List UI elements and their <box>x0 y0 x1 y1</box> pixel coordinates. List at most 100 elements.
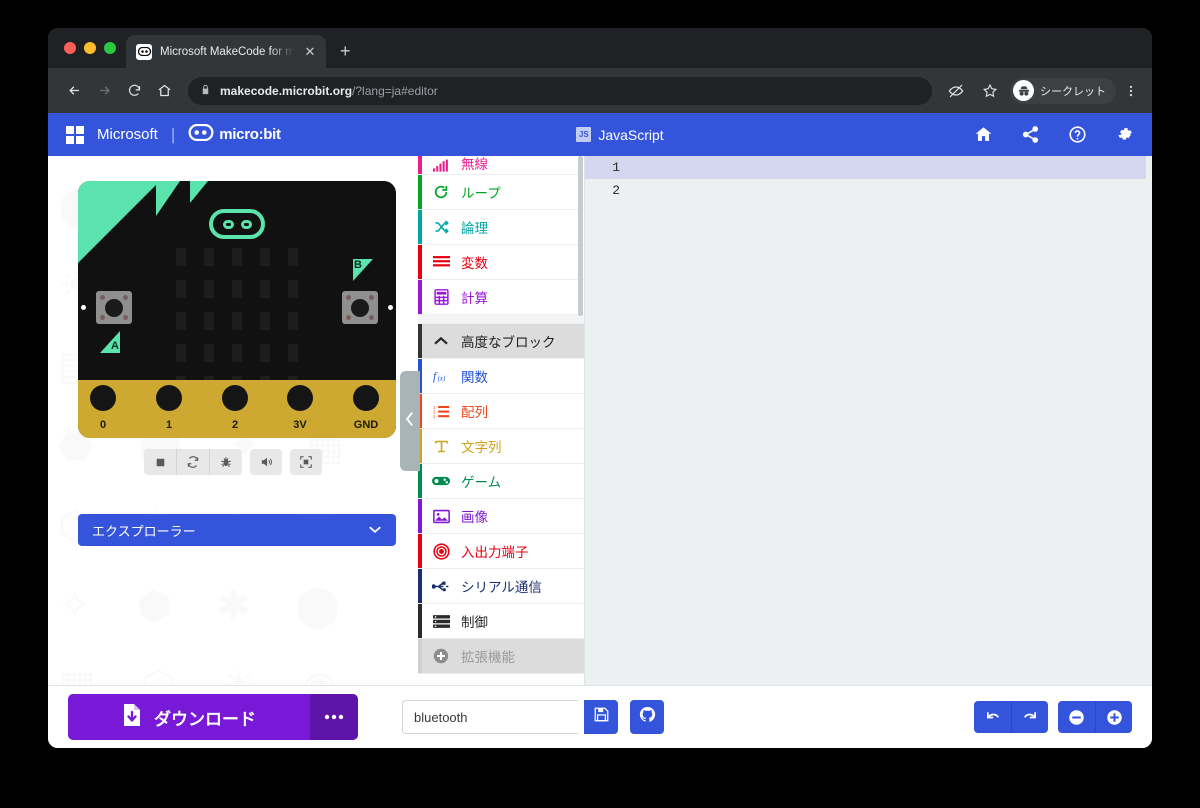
microbit-label: micro:bit <box>219 126 281 143</box>
board-button-b[interactable] <box>342 291 378 324</box>
minimize-window-button[interactable] <box>84 42 96 54</box>
maximize-window-button[interactable] <box>104 42 116 54</box>
toolbox-item-math[interactable]: 計算 <box>418 280 584 315</box>
microbit-brand[interactable]: micro:bit <box>188 123 281 146</box>
toolbox-item-text[interactable]: 文字列 <box>418 429 584 464</box>
toolbox-item-loops[interactable]: ループ <box>418 175 584 210</box>
led[interactable] <box>288 248 298 266</box>
toolbox-item-pins[interactable]: 入出力端子 <box>418 534 584 569</box>
browser-tab[interactable]: Microsoft MakeCode for micro: ✕ <box>126 35 326 68</box>
reload-icon[interactable] <box>120 77 148 105</box>
save-project-button[interactable] <box>584 700 618 734</box>
download-button[interactable]: ダウンロード <box>68 694 310 740</box>
led[interactable] <box>204 344 214 362</box>
line-content[interactable] <box>631 179 1146 202</box>
close-icon[interactable]: ✕ <box>302 45 318 58</box>
pin-pad-3v[interactable]: 3V <box>279 380 321 438</box>
toolbox-item-functions[interactable]: f (x) 関数 <box>418 359 584 394</box>
toolbox-collapse-handle[interactable] <box>400 371 420 471</box>
small-pins-group <box>194 406 219 438</box>
plus-circle-icon[interactable] <box>1095 701 1132 733</box>
led[interactable] <box>288 280 298 298</box>
github-button[interactable] <box>630 700 664 734</box>
led[interactable] <box>260 248 270 266</box>
led[interactable] <box>260 280 270 298</box>
url-domain: makecode.microbit.org <box>220 83 353 98</box>
bug-icon[interactable] <box>210 449 242 475</box>
refresh-icon[interactable] <box>177 449 209 475</box>
led[interactable] <box>204 248 214 266</box>
led[interactable] <box>288 312 298 330</box>
microsoft-logo-icon <box>66 125 84 144</box>
button-b-flag: B <box>353 259 373 281</box>
toolbox-label: 変数 <box>461 256 488 271</box>
pin-pad-0[interactable]: 0 <box>82 380 124 438</box>
pin-pad-gnd[interactable]: GND <box>343 380 389 438</box>
microbit-logo-icon <box>188 123 214 146</box>
pin-pad-1[interactable]: 1 <box>148 380 190 438</box>
close-window-button[interactable] <box>64 42 76 54</box>
toolbox-item-images[interactable]: 画像 <box>418 499 584 534</box>
chevron-left-icon <box>405 411 415 431</box>
toolbox-item-logic[interactable]: 論理 <box>418 210 584 245</box>
stop-square-icon[interactable] <box>144 449 176 475</box>
toolbox-item-arrays[interactable]: 123 配列 <box>418 394 584 429</box>
line-content[interactable] <box>631 156 1146 179</box>
microbit-board[interactable]: A B 0 1 2 3V GND <box>78 181 396 438</box>
kebab-menu-icon[interactable] <box>1122 83 1140 99</box>
led[interactable] <box>232 248 242 266</box>
expand-icon[interactable] <box>290 449 322 475</box>
led[interactable] <box>288 344 298 362</box>
led[interactable] <box>232 344 242 362</box>
plus-icon[interactable]: + <box>340 42 351 60</box>
led[interactable] <box>232 312 242 330</box>
pin-pad-2[interactable]: 2 <box>214 380 256 438</box>
led[interactable] <box>176 280 186 298</box>
led[interactable] <box>204 312 214 330</box>
board-button-a[interactable] <box>96 291 132 324</box>
redo-arrow-icon[interactable] <box>1011 701 1048 733</box>
numbered-list-icon: 123 <box>431 404 451 419</box>
toolbox-item-game[interactable]: ゲーム <box>418 464 584 499</box>
undo-arrow-icon[interactable] <box>974 701 1011 733</box>
toolbox-item-serial[interactable]: シリアル通信 <box>418 569 584 604</box>
project-name-input[interactable]: bluetooth <box>402 700 578 734</box>
eye-slash-icon[interactable] <box>942 77 970 105</box>
code-line[interactable]: 1 <box>585 156 1152 179</box>
arrow-right-icon[interactable] <box>90 77 118 105</box>
led[interactable] <box>204 280 214 298</box>
explorer-dropdown[interactable]: エクスプローラー <box>78 514 396 546</box>
toolbox-item-extensions[interactable]: 拡張機能 <box>418 639 584 674</box>
toolbox-label: 論理 <box>461 221 488 236</box>
minus-circle-icon[interactable] <box>1058 701 1095 733</box>
share-icon[interactable] <box>1021 125 1040 144</box>
help-icon[interactable] <box>1068 125 1087 144</box>
led[interactable] <box>176 344 186 362</box>
code-line[interactable]: 2 <box>585 179 1152 202</box>
toolbox-item-control[interactable]: 制御 <box>418 604 584 639</box>
home-icon[interactable] <box>974 125 993 144</box>
led-matrix[interactable] <box>176 248 298 394</box>
led[interactable] <box>176 248 186 266</box>
incognito-indicator[interactable]: シークレット <box>1010 77 1116 104</box>
settings-gear-icon[interactable] <box>1115 125 1134 144</box>
toolbox-scrollbar[interactable] <box>578 156 583 316</box>
download-group: ダウンロード <box>68 694 358 740</box>
led[interactable] <box>232 280 242 298</box>
arrow-left-icon[interactable] <box>60 77 88 105</box>
home-icon[interactable] <box>150 77 178 105</box>
code-editor[interactable]: 1 2 <box>585 156 1152 748</box>
download-more-button[interactable] <box>310 694 358 740</box>
speaker-icon[interactable] <box>250 449 282 475</box>
address-bar[interactable]: makecode.microbit.org/?lang=ja#editor <box>188 76 932 105</box>
toolbox-item-advanced[interactable]: 高度なブロック <box>418 324 584 359</box>
led[interactable] <box>260 344 270 362</box>
address-bar-text: makecode.microbit.org/?lang=ja#editor <box>220 84 438 98</box>
star-icon[interactable] <box>976 77 1004 105</box>
led[interactable] <box>260 312 270 330</box>
toolbox-label: 制御 <box>461 615 488 630</box>
loop-arrow-icon <box>431 184 451 200</box>
toolbox-item-variables[interactable]: 変数 <box>418 245 584 280</box>
toolbox-item-radio[interactable]: 無線 <box>418 156 584 175</box>
led[interactable] <box>176 312 186 330</box>
